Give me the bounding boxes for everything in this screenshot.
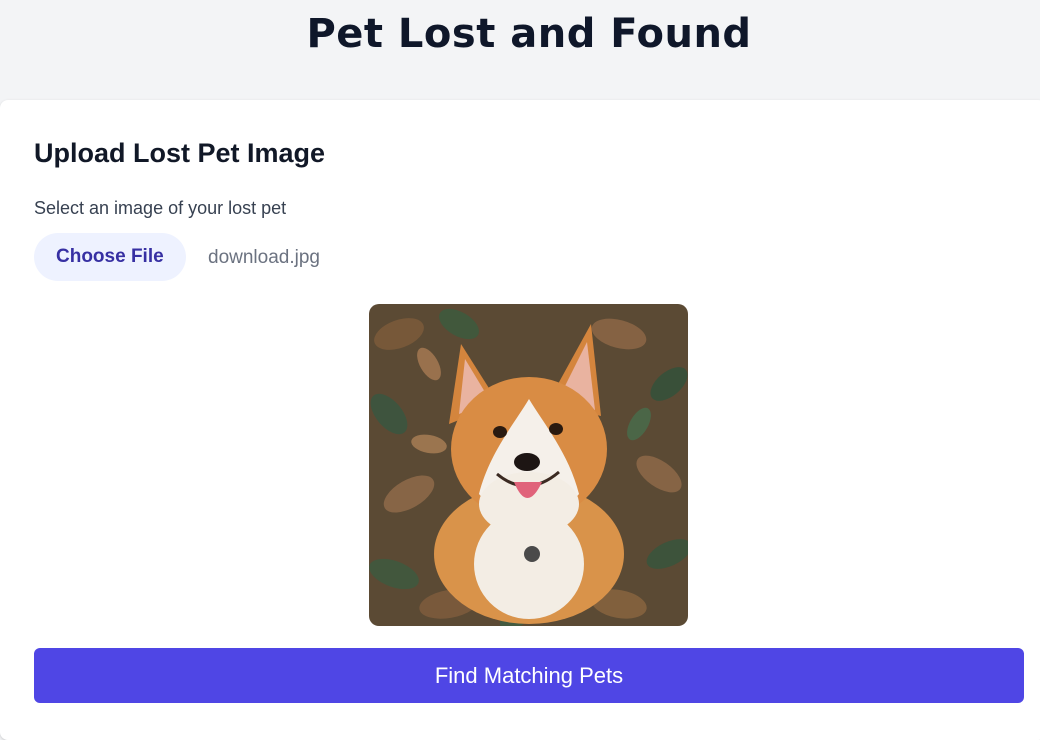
- choose-file-button[interactable]: Choose File: [34, 233, 186, 281]
- upload-card: Upload Lost Pet Image Select an image of…: [0, 100, 1040, 740]
- page-title: Pet Lost and Found: [306, 11, 752, 57]
- selected-file-name: download.jpg: [208, 247, 320, 268]
- find-matching-pets-button[interactable]: Find Matching Pets: [34, 648, 1024, 703]
- file-input-label: Select an image of your lost pet: [34, 198, 287, 218]
- upload-heading: Upload Lost Pet Image: [34, 138, 326, 168]
- pet-image-preview: [369, 304, 688, 626]
